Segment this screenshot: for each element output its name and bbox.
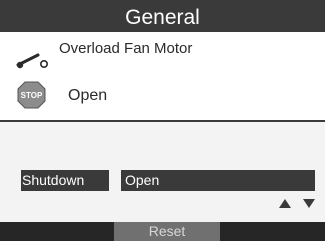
alarm-state: Open — [68, 87, 108, 104]
header-bar: General — [0, 0, 325, 32]
page-title: General — [125, 6, 200, 29]
shutdown-field-label: Shutdown — [21, 170, 109, 191]
arrow-up-icon[interactable] — [278, 198, 292, 209]
shutdown-value-field[interactable]: Open — [121, 170, 315, 191]
general-screen: General Overload Fan Motor STOP Open Shu… — [0, 0, 325, 241]
arrow-down-icon[interactable] — [302, 198, 316, 209]
alarm-name: Overload Fan Motor — [59, 40, 193, 57]
reset-button[interactable]: Reset — [114, 222, 220, 241]
stop-icon-text: STOP — [21, 91, 43, 100]
switch-contact-icon — [16, 53, 48, 69]
stop-sign-icon: STOP — [17, 81, 46, 109]
